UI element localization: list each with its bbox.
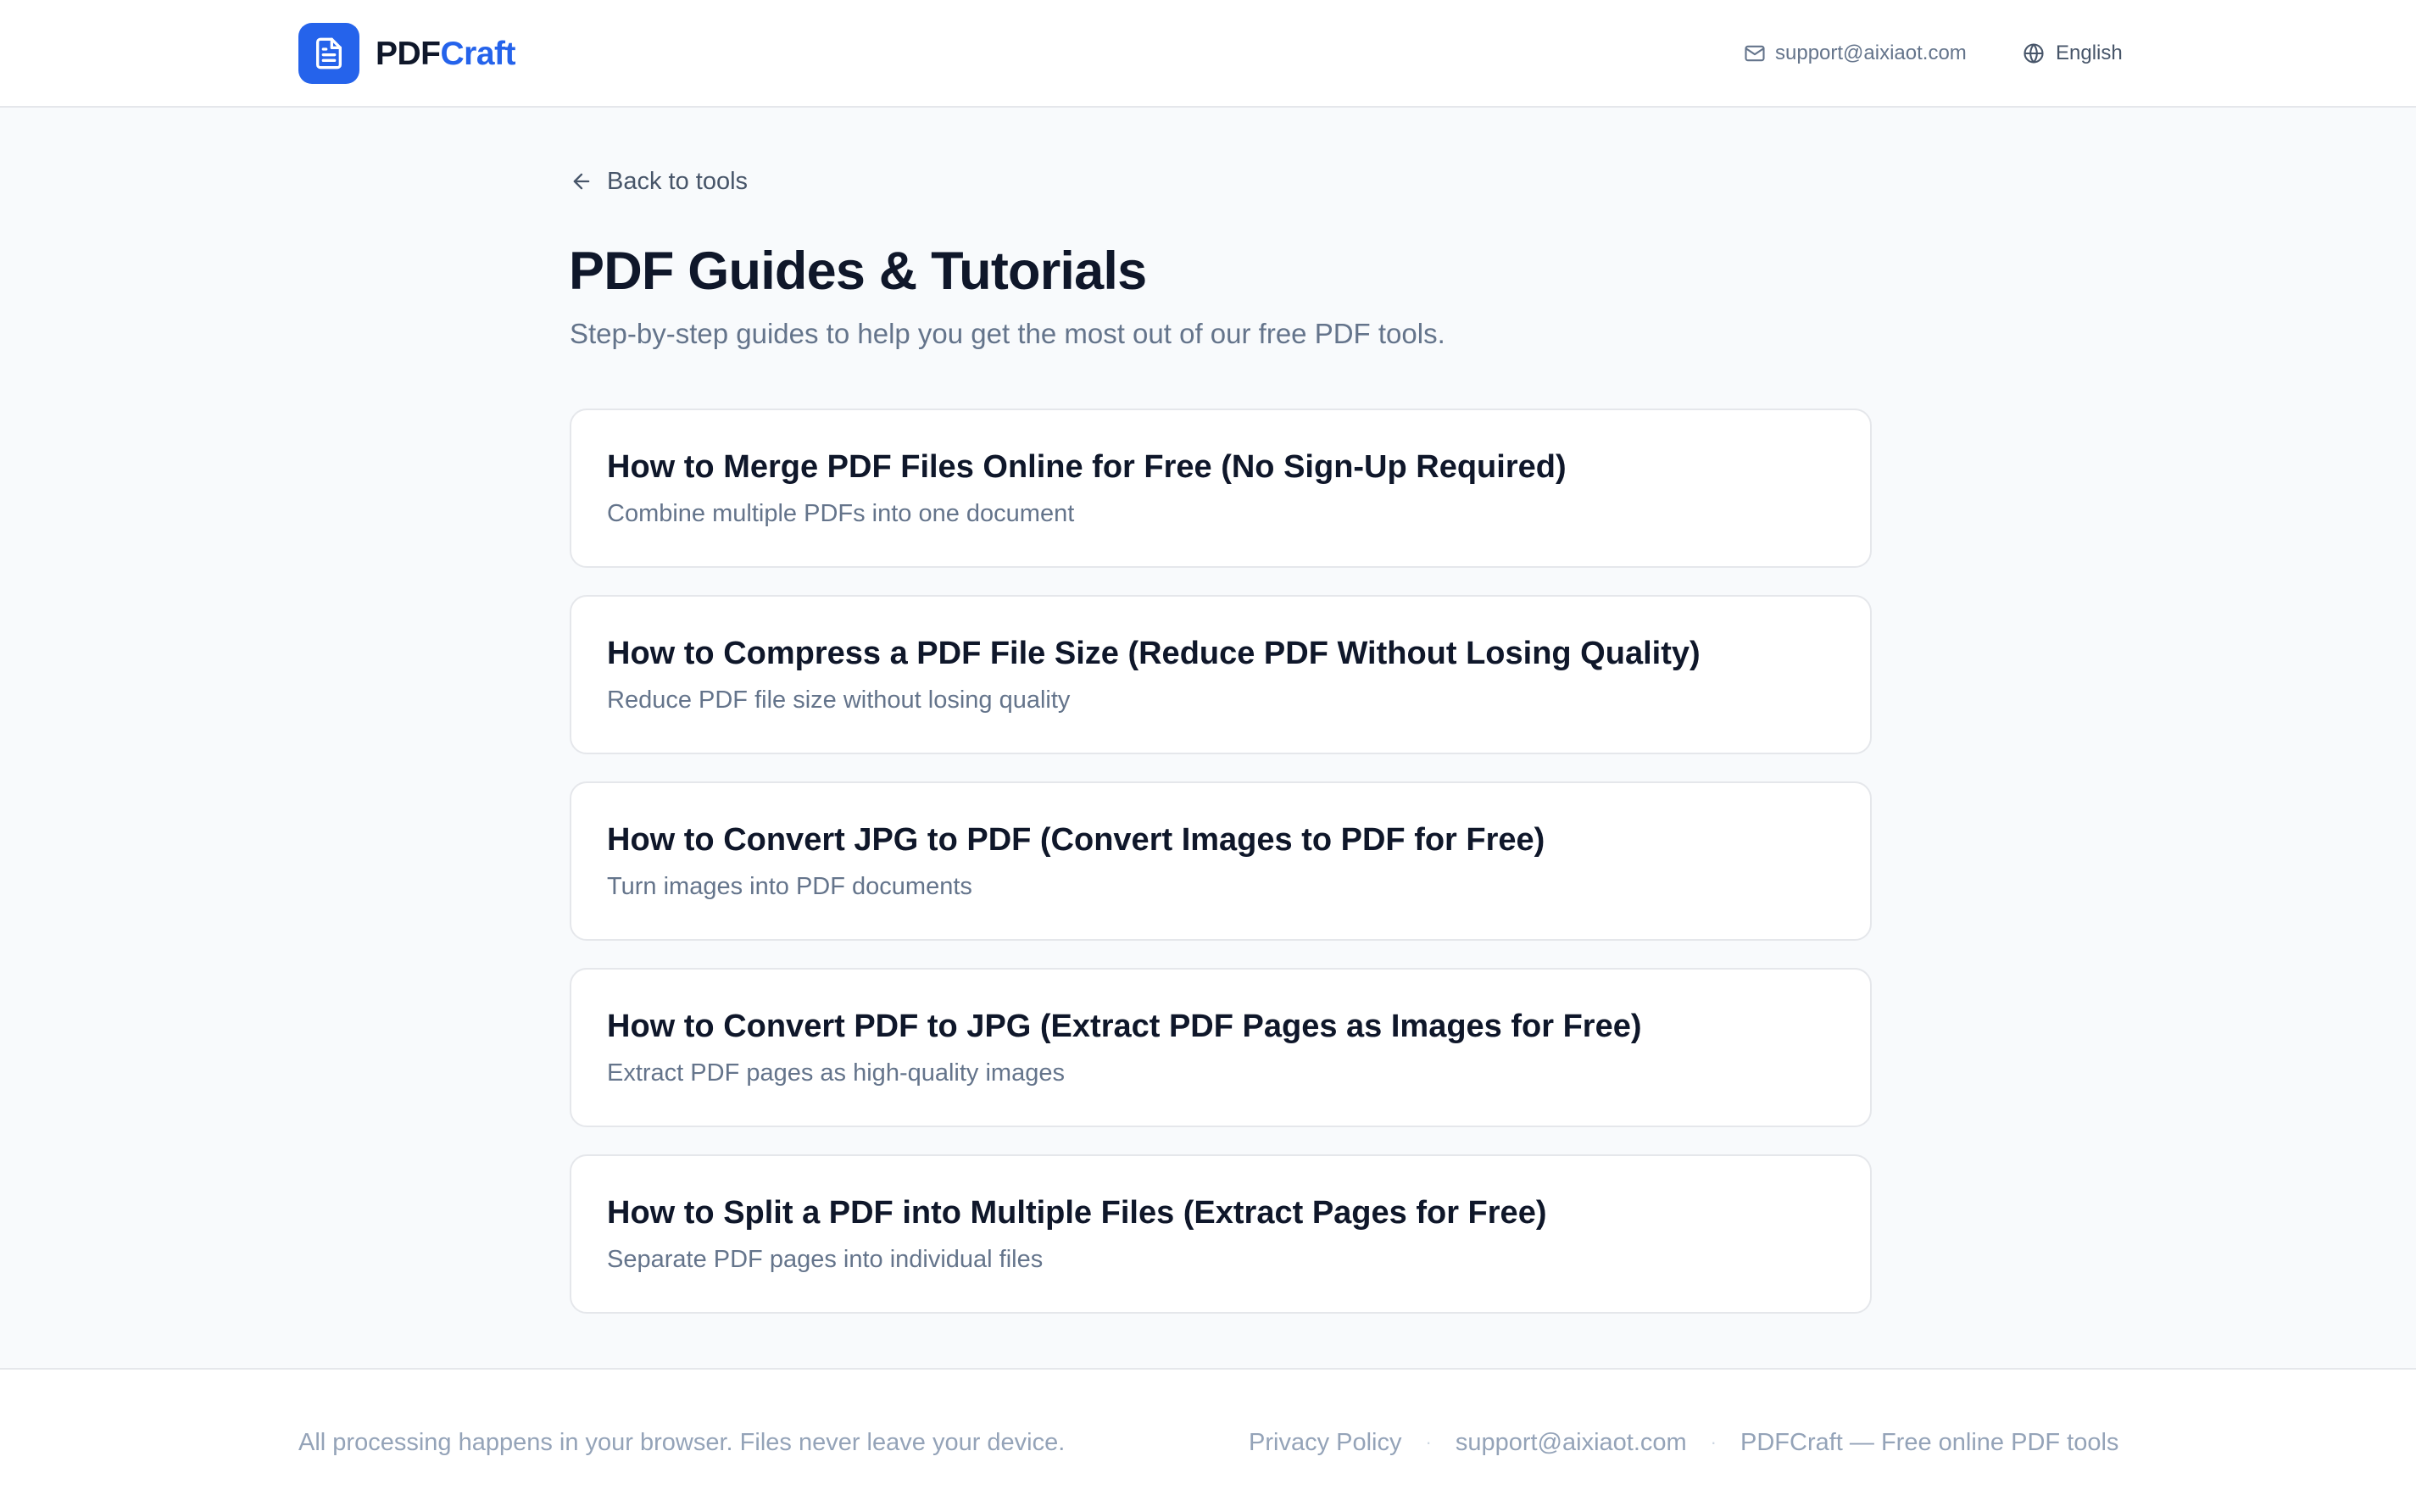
footer-email-link[interactable]: support@aixiaot.com	[1456, 1426, 1687, 1459]
globe-icon	[2024, 43, 2044, 64]
back-to-tools-link[interactable]: Back to tools	[570, 164, 748, 198]
page-subtitle: Step-by-step guides to help you get the …	[570, 318, 1445, 349]
guide-description: Extract PDF pages as high-quality images	[607, 1059, 1065, 1087]
back-link-label: Back to tools	[607, 168, 749, 195]
footer-tagline: PDFCraft — Free online PDF tools	[1740, 1429, 2119, 1456]
logo-wordmark[interactable]: PDFCraft	[376, 32, 516, 76]
guide-description: Turn images into PDF documents	[607, 873, 972, 900]
privacy-policy-link[interactable]: Privacy Policy	[1249, 1426, 1402, 1459]
guide-card-pdf-to-jpg[interactable]: How to Convert PDF to JPG (Extract PDF P…	[570, 968, 1872, 1127]
guide-description: Reduce PDF file size without losing qual…	[607, 687, 1071, 714]
footer-separator: ·	[1710, 1431, 1717, 1453]
guide-title: How to Merge PDF Files Online for Free (…	[607, 449, 1567, 485]
guide-card-jpg-to-pdf[interactable]: How to Convert JPG to PDF (Convert Image…	[570, 781, 1872, 941]
guide-title: How to Convert JPG to PDF (Convert Image…	[607, 822, 1545, 858]
mail-icon	[1745, 45, 1765, 62]
guide-title: How to Split a PDF into Multiple Files (…	[607, 1195, 1547, 1231]
logo-text-pdf: PDF	[376, 36, 441, 72]
guide-card-merge[interactable]: How to Merge PDF Files Online for Free (…	[570, 409, 1872, 568]
logo-text-craft: Craft	[440, 36, 516, 72]
footer-links: Privacy Policy · support@aixiaot.com · P…	[1249, 1426, 2118, 1459]
top-header: PDFCraft support@aixiaot.com English	[0, 0, 2416, 108]
guide-card-compress[interactable]: How to Compress a PDF File Size (Reduce …	[570, 595, 1872, 754]
guide-card-split[interactable]: How to Split a PDF into Multiple Files (…	[570, 1154, 1872, 1314]
guide-description: Separate PDF pages into individual files	[607, 1246, 1044, 1273]
page-title: PDF Guides & Tutorials	[569, 242, 1147, 301]
header-email-link[interactable]: support@aixiaot.com	[1743, 37, 1967, 69]
arrow-left-icon	[573, 173, 590, 190]
page-footer: All processing happens in your browser. …	[0, 1368, 2416, 1512]
guide-title: How to Convert PDF to JPG (Extract PDF P…	[607, 1009, 1642, 1044]
header-email-text: support@aixiaot.com	[1775, 42, 1967, 64]
footer-separator: ·	[1425, 1431, 1432, 1453]
language-selector[interactable]: English	[2022, 37, 2123, 69]
logo-icon[interactable]	[298, 23, 359, 84]
footer-privacy-note: All processing happens in your browser. …	[298, 1429, 1066, 1456]
guide-title: How to Compress a PDF File Size (Reduce …	[607, 636, 1701, 671]
guide-description: Combine multiple PDFs into one document	[607, 500, 1075, 527]
language-label: English	[2056, 42, 2123, 64]
